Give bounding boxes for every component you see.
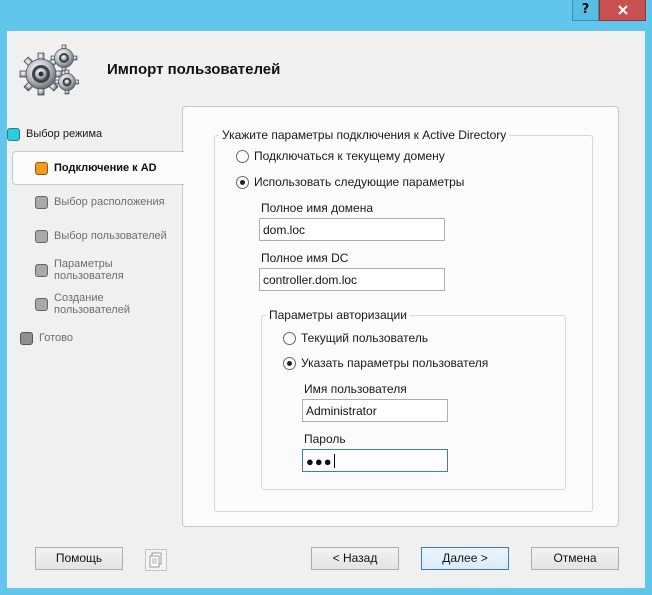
help-title-button[interactable]: ? bbox=[572, 0, 599, 21]
step-label: Выбор расположения bbox=[54, 196, 165, 208]
domain-name-input[interactable]: dom.loc bbox=[259, 218, 445, 241]
step-status-icon bbox=[35, 297, 48, 311]
radio-selected-icon bbox=[236, 175, 249, 189]
step-user-selection: Выбор пользователей bbox=[7, 219, 187, 253]
domain-name-label: Полное имя домена bbox=[261, 201, 374, 215]
close-icon bbox=[617, 5, 628, 15]
radio-label: Текущий пользователь bbox=[301, 331, 429, 345]
settings-panel: Укажите параметры подключения к Active D… bbox=[182, 106, 619, 527]
dc-name-input[interactable]: controller.dom.loc bbox=[259, 268, 445, 291]
radio-circle-icon bbox=[283, 331, 296, 345]
gears-icon bbox=[19, 44, 79, 96]
next-button[interactable]: Далее > bbox=[421, 547, 509, 570]
step-status-icon bbox=[7, 127, 20, 141]
copy-log-icon[interactable] bbox=[145, 549, 167, 571]
step-label: Готово bbox=[39, 332, 73, 344]
password-label: Пароль bbox=[304, 432, 346, 446]
window-frame: ? Импорт пользователей Выбор режима Подк… bbox=[0, 0, 652, 595]
step-user-parameters: Параметры пользователя bbox=[7, 253, 187, 287]
radio-label: Использовать следующие параметры bbox=[254, 175, 465, 189]
connection-group-title: Укажите параметры подключения к Active D… bbox=[222, 128, 507, 142]
username-label: Имя пользователя bbox=[304, 382, 407, 396]
step-status-icon bbox=[35, 161, 48, 175]
radio-circle-icon bbox=[236, 149, 249, 163]
step-mode-selection: Выбор режима bbox=[7, 117, 187, 151]
step-done: Готово bbox=[7, 321, 187, 355]
step-status-icon bbox=[35, 229, 48, 243]
radio-current-user[interactable]: Текущий пользователь bbox=[283, 331, 428, 345]
help-button[interactable]: Помощь bbox=[35, 547, 123, 570]
step-location-selection: Выбор расположения bbox=[7, 185, 187, 219]
documents-icon bbox=[149, 552, 162, 568]
dc-name-label: Полное имя DC bbox=[261, 251, 349, 265]
radio-custom-params[interactable]: Использовать следующие параметры bbox=[236, 175, 464, 189]
step-status-icon bbox=[20, 331, 33, 345]
auth-group-title: Параметры авторизации bbox=[269, 308, 407, 322]
step-label: Создание пользователей bbox=[54, 292, 130, 316]
wizard-header: Импорт пользователей bbox=[7, 31, 645, 111]
step-ad-connection: Подключение к AD bbox=[12, 151, 184, 185]
username-input[interactable]: Administrator bbox=[302, 399, 448, 422]
password-input[interactable]: ●●● bbox=[302, 449, 448, 472]
step-create-users: Создание пользователей bbox=[7, 287, 187, 321]
radio-label: Подключаться к текущему домену bbox=[254, 149, 445, 163]
step-status-icon bbox=[35, 195, 48, 209]
step-label: Параметры пользователя bbox=[54, 258, 124, 282]
radio-current-domain[interactable]: Подключаться к текущему домену bbox=[236, 149, 445, 163]
back-button[interactable]: < Назад bbox=[311, 547, 399, 570]
step-label: Подключение к AD bbox=[54, 162, 157, 174]
wizard-body: Импорт пользователей Выбор режима Подклю… bbox=[7, 31, 645, 588]
radio-specify-user[interactable]: Указать параметры пользователя bbox=[283, 356, 488, 370]
step-label: Выбор режима bbox=[26, 128, 103, 140]
radio-selected-icon bbox=[283, 356, 296, 370]
step-label: Выбор пользователей bbox=[54, 230, 167, 242]
close-window-button[interactable] bbox=[599, 0, 646, 21]
radio-label: Указать параметры пользователя bbox=[301, 356, 489, 370]
page-title: Импорт пользователей bbox=[107, 61, 281, 78]
password-mask: ●●● bbox=[306, 454, 333, 469]
text-caret bbox=[333, 454, 335, 468]
cancel-button[interactable]: Отмена bbox=[531, 547, 619, 570]
step-status-icon bbox=[35, 263, 48, 277]
title-bar[interactable]: ? bbox=[0, 0, 652, 28]
